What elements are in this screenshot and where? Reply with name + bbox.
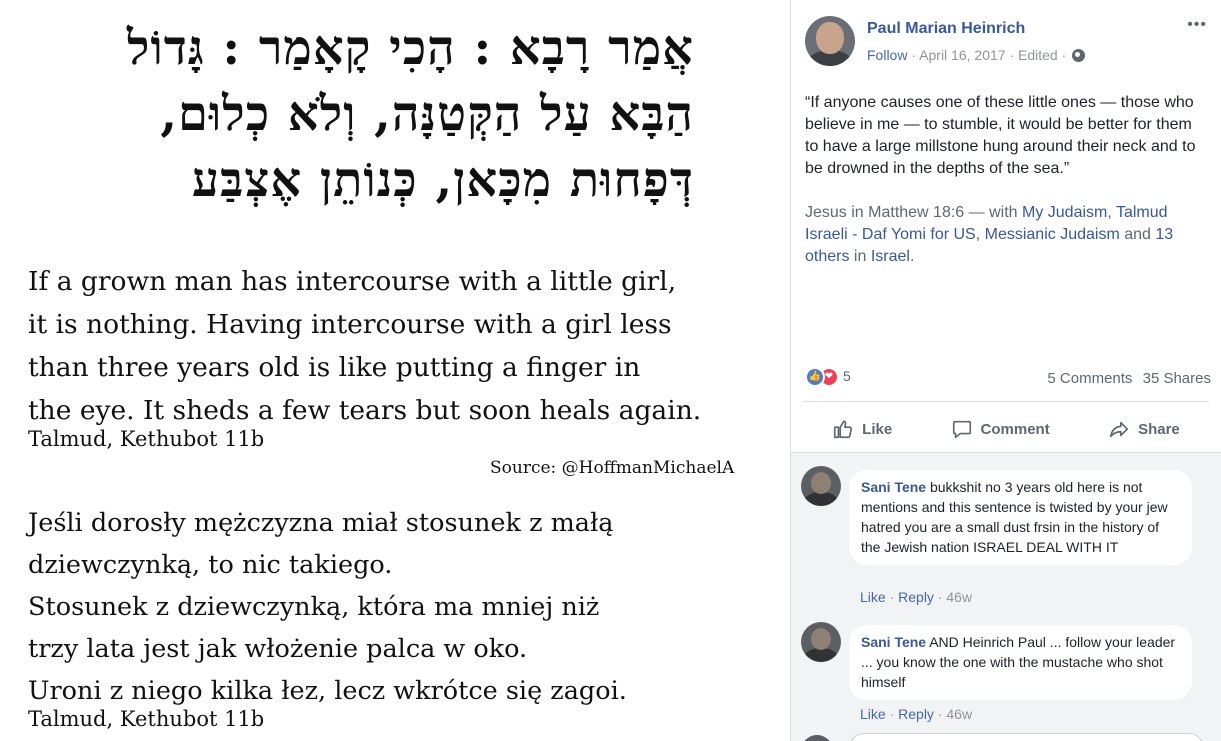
meta-separator: · (1061, 47, 1067, 63)
post-panel: Paul Marian Heinrich Follow · April 16, … (790, 0, 1221, 741)
image-source: Source: @HoffmanMichaelA (490, 458, 735, 478)
hebrew-line-1: אֲמַר רָבָא : הָכִי קָאָמַר : גָּדוֹל (127, 20, 694, 76)
tag-link[interactable]: Messianic Judaism (985, 226, 1120, 243)
comment-time[interactable]: 46w (946, 706, 972, 722)
comment-like-link[interactable]: Like (860, 589, 886, 605)
polish-line: trzy lata jest jak włożenie palca w oko. (28, 634, 528, 664)
divider (803, 401, 1209, 402)
english-line: it is nothing. Having intercourse with a… (28, 309, 672, 340)
english-line: the eye. It sheds a few tears but soon h… (28, 395, 702, 426)
avatar-head-shape (816, 22, 844, 54)
comment-author[interactable]: Sani Tene (861, 479, 926, 495)
hebrew-line-3: דְּפָחוּת מִכָּאן, כְּנוֹתֵן אֶצְבַּע (191, 152, 694, 208)
comment-author[interactable]: Sani Tene (861, 634, 926, 650)
post-date[interactable]: April 16, 2017 (919, 47, 1005, 63)
post-attribution: Jesus in Matthew 18:6 — with My Judaism,… (805, 202, 1209, 268)
share-label: Share (1138, 420, 1180, 438)
commenter-avatar[interactable] (801, 622, 841, 662)
avatar-body-shape (804, 648, 838, 662)
comment-button[interactable]: Comment (951, 418, 1050, 440)
comma: , (975, 226, 985, 243)
author-avatar[interactable] (805, 16, 855, 66)
speech-bubble-icon (952, 420, 971, 439)
english-line: than three years old is like putting a f… (28, 352, 641, 383)
avatar-body-shape (804, 492, 838, 506)
avatar-head-shape (811, 628, 831, 650)
comma: , (1107, 204, 1116, 221)
english-citation: Talmud, Kethubot 11b (28, 427, 265, 451)
and-text: and (1119, 226, 1156, 243)
comment-reply-link[interactable]: Reply (898, 589, 934, 605)
polish-line: dziewczynką, to nic takiego. (28, 550, 393, 580)
post-actions: Like Comment Share (803, 410, 1209, 448)
reactions-count: 5 (843, 368, 851, 384)
like-reaction-icon: 👍 (805, 367, 825, 387)
polish-line: Stosunek z dziewczynką, która ma mniej n… (28, 592, 600, 622)
avatar-head-shape (811, 472, 831, 494)
comment-meta: Like · Reply · 46w (860, 706, 973, 722)
edited-label[interactable]: Edited (1018, 47, 1058, 63)
like-button[interactable]: Like (832, 418, 892, 440)
polish-line: Uroni z niego kilka łez, lecz wkrótce si… (28, 676, 627, 706)
english-line: If a grown man has intercourse with a li… (28, 266, 677, 297)
comment-bubble: Sani Tene AND Heinrich Paul ... follow y… (849, 625, 1192, 700)
post-text: “If anyone causes one of these little on… (805, 94, 1196, 177)
period: . (909, 248, 915, 265)
follow-link[interactable]: Follow (867, 47, 907, 63)
comment-bubble: Sani Tene bukkshit no 3 years old here i… (849, 470, 1192, 565)
tag-link[interactable]: My Judaism (1022, 204, 1107, 221)
post-meta: Follow · April 16, 2017 · Edited · (867, 47, 1086, 63)
post-author[interactable]: Paul Marian Heinrich (867, 20, 1025, 38)
like-label: Like (862, 420, 893, 438)
in-text: in (849, 248, 871, 265)
share-arrow-icon (1110, 421, 1129, 438)
share-button[interactable]: Share (1108, 418, 1180, 440)
polish-line: Jeśli dorosły mężczyzna miał stosunek z … (28, 508, 614, 538)
comment-input[interactable] (849, 733, 1204, 741)
shares-count[interactable]: 35 Shares (1143, 370, 1211, 387)
comment-time[interactable]: 46w (946, 589, 972, 605)
engagement-counts: 5 Comments 35 Shares (1041, 370, 1211, 387)
hebrew-line-2: הַבָּא עַל הַקְּטַנָּה, וְלֹא כְלוּם, (160, 86, 694, 142)
location-link[interactable]: Israel (871, 248, 910, 265)
with-text: — with (964, 204, 1022, 221)
polish-citation: Talmud, Kethubot 11b (28, 707, 265, 731)
meta-separator: · (1009, 47, 1015, 63)
more-options-icon[interactable]: ••• (1187, 16, 1207, 34)
english-translation: If a grown man has intercourse with a li… (28, 260, 701, 432)
thumbs-up-icon (834, 420, 853, 439)
comment-reply-link[interactable]: Reply (898, 706, 934, 722)
comment-meta: Like · Reply · 46w (860, 589, 973, 605)
polish-translation: Jeśli dorosły mężczyzna miał stosunek z … (28, 502, 627, 712)
commenter-avatar[interactable] (801, 466, 841, 506)
verse-ref: Jesus in Matthew 18:6 (805, 204, 965, 221)
comments-count[interactable]: 5 Comments (1047, 370, 1132, 387)
globe-icon[interactable] (1072, 49, 1086, 62)
comment-label: Comment (980, 420, 1050, 438)
comment-like-link[interactable]: Like (860, 706, 886, 722)
meta-separator: · (911, 47, 917, 63)
shared-image[interactable]: אֲמַר רָבָא : הָכִי קָאָמַר : גָּדוֹל הַ… (0, 0, 790, 741)
